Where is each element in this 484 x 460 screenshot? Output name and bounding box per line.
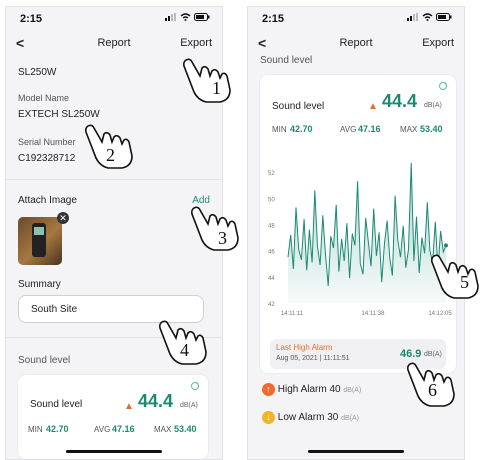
max-value: 53.40 (174, 424, 197, 434)
arrow-up-icon: ↑ (262, 383, 275, 396)
status-time: 2:15 (20, 13, 43, 25)
refresh-icon[interactable] (190, 381, 200, 391)
status-bar: 2:15 (18, 13, 210, 27)
current-level-unit: dB(A) (424, 102, 442, 109)
device-name: SL250W (18, 67, 57, 78)
wifi-icon (422, 13, 433, 21)
min-value: 42.70 (46, 424, 69, 434)
current-level-unit: dB(A) (180, 402, 198, 409)
callout-number: 5 (460, 272, 469, 292)
x-tick-label: 14:12:05 (428, 311, 452, 317)
home-indicator (308, 450, 404, 453)
min-label: MIN (28, 425, 43, 434)
current-level-value: 44.4 (382, 91, 418, 111)
low-alarm-row: ↓ Low Alarm 30 dB(A) (262, 411, 359, 424)
signal-icon (165, 13, 176, 21)
last-high-alarm-title: Last High Alarm (276, 343, 333, 352)
high-alarm-row: ↑ High Alarm 40 dB(A) (262, 383, 361, 396)
trend-up-icon: ▲ (368, 101, 378, 112)
avg-label: AVG (340, 125, 357, 134)
summary-label: Summary (18, 279, 61, 290)
card-sound-label: Sound level (30, 399, 83, 410)
status-time: 2:15 (262, 13, 285, 25)
callout-number: 6 (428, 380, 437, 400)
home-indicator (66, 450, 162, 453)
sound-level-chart[interactable]: 52 50 48 46 44 42 14:11:11 14:11:38 14:12:05 (266, 153, 452, 329)
status-icons (165, 13, 210, 21)
callout-number: 3 (218, 228, 227, 248)
export-button[interactable]: Export (180, 37, 212, 49)
y-tick-label: 50 (268, 197, 275, 203)
meter-screen (34, 227, 44, 235)
pointer-hand-icon (180, 56, 236, 104)
wifi-icon (180, 13, 191, 21)
avg-value: 47.16 (112, 424, 135, 434)
last-high-alarm-value: 46.9 (400, 348, 422, 360)
high-alarm-label: High Alarm (277, 384, 327, 396)
pointer-hand-icon (188, 204, 244, 252)
attached-image-thumbnail[interactable] (18, 217, 62, 265)
card-sound-label: Sound level (272, 101, 325, 112)
export-button[interactable]: Export (422, 37, 454, 49)
min-value: 42.70 (290, 124, 313, 134)
min-label: MIN (272, 125, 287, 134)
sound-level-card: Sound level ▲ 44.4 dB(A) MIN 42.70 AVG 4… (18, 375, 208, 459)
low-alarm-unit: dB(A) (341, 415, 360, 423)
last-high-alarm-unit: dB(A) (424, 351, 442, 358)
max-label: MAX (154, 425, 172, 434)
remove-image-button[interactable]: ✕ (57, 212, 69, 224)
x-tick-label: 14:11:38 (362, 311, 386, 317)
avg-value: 47.16 (358, 124, 381, 134)
serial-number-label: Serial Number (18, 137, 76, 147)
y-tick-label: 46 (268, 250, 275, 256)
callout-number: 4 (180, 340, 189, 360)
current-level-value: 44.4 (138, 391, 174, 411)
sound-level-section-title: Sound level (260, 55, 313, 66)
sound-level-section-title: Sound level (18, 355, 71, 366)
arrow-down-icon: ↓ (262, 411, 275, 424)
battery-icon (436, 13, 452, 21)
status-icons (407, 13, 452, 21)
max-label: MAX (400, 125, 418, 134)
close-icon: ✕ (59, 213, 67, 223)
avg-label: AVG (94, 425, 111, 434)
divider (6, 179, 222, 180)
y-tick-label: 44 (268, 276, 275, 282)
x-tick-label: 14:11:11 (281, 311, 304, 317)
model-name-label: Model Name (18, 93, 70, 103)
callout-number: 1 (212, 78, 221, 98)
attach-image-label: Attach Image (18, 195, 77, 206)
signal-icon (407, 13, 418, 21)
model-name-value: EXTECH SL250W (18, 109, 100, 120)
max-value: 53.40 (420, 124, 443, 134)
nav-bar: < Report Export (258, 35, 454, 53)
y-tick-label: 52 (268, 171, 275, 177)
low-alarm-label: Low Alarm (277, 412, 325, 424)
pointer-hand-icon (428, 252, 484, 300)
high-alarm-value: 40 (329, 384, 341, 396)
refresh-icon[interactable] (438, 81, 448, 91)
last-point-marker (444, 243, 448, 248)
sound-level-card: Sound level ▲ 44.4 dB(A) MIN 42.70 AVG 4… (260, 75, 456, 373)
battery-icon (194, 13, 210, 21)
last-high-alarm-date: Aug 05, 2021 | 11:11:51 (276, 355, 350, 362)
y-tick-label: 48 (268, 223, 275, 229)
trend-up-icon: ▲ (124, 401, 134, 412)
callout-number: 2 (106, 145, 115, 165)
nav-bar: < Report Export (16, 35, 212, 53)
low-alarm-value: 30 (327, 412, 339, 424)
y-tick-label: 42 (268, 302, 275, 308)
high-alarm-unit: dB(A) (343, 387, 362, 395)
status-bar: 2:15 (260, 13, 452, 27)
serial-number-value: C192328712 (18, 153, 76, 164)
